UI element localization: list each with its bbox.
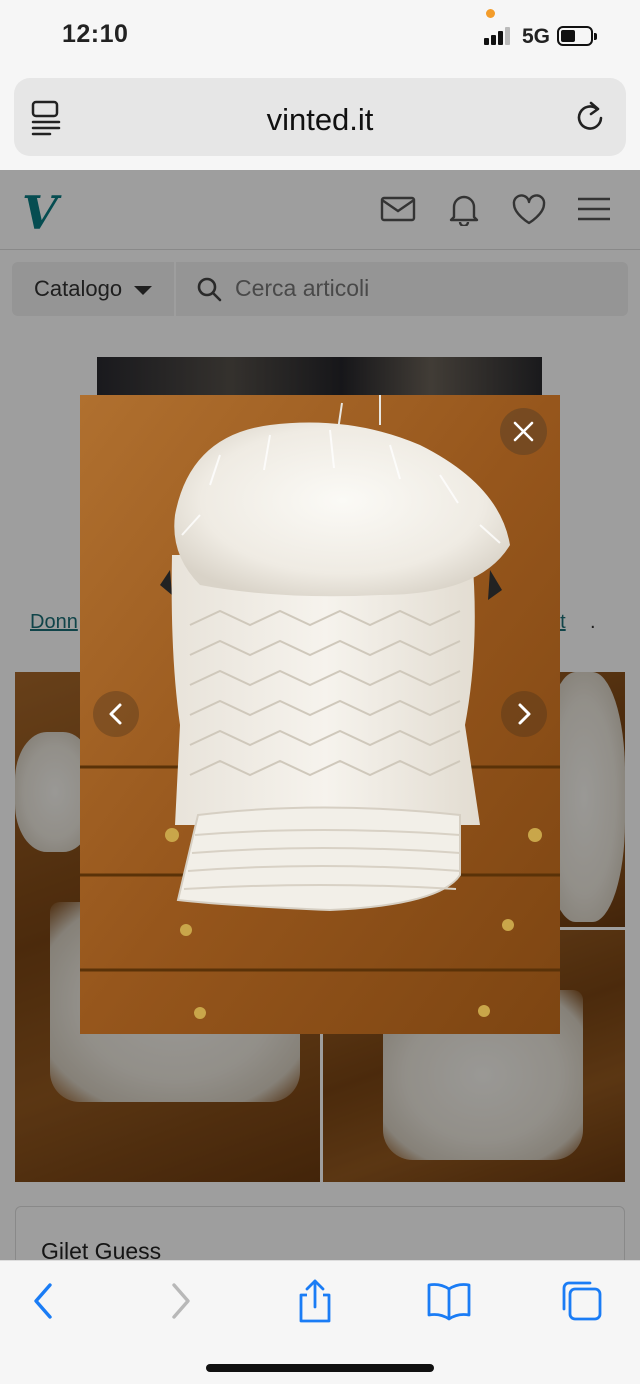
previous-photo-button[interactable] xyxy=(93,691,139,737)
address-bar[interactable]: vinted.it xyxy=(14,78,626,156)
forward-icon[interactable] xyxy=(158,1279,204,1323)
chevron-right-icon xyxy=(518,703,531,725)
chevron-left-icon xyxy=(109,703,122,725)
close-icon xyxy=(513,421,534,442)
privacy-indicator xyxy=(486,9,495,18)
home-indicator xyxy=(206,1364,434,1372)
next-photo-button[interactable] xyxy=(501,691,547,737)
browser-address-area: vinted.it xyxy=(0,72,640,170)
reload-icon[interactable] xyxy=(574,98,608,134)
status-time: 12:10 xyxy=(62,20,129,48)
tabs-overview-icon[interactable] xyxy=(560,1279,606,1323)
status-bar: 12:10 5G xyxy=(0,0,640,72)
share-icon[interactable] xyxy=(292,1279,338,1323)
battery-icon xyxy=(557,26,597,46)
bookmarks-icon[interactable] xyxy=(426,1279,472,1323)
close-button[interactable] xyxy=(500,408,547,455)
item-photo-enlarged xyxy=(80,395,560,1034)
back-icon[interactable] xyxy=(20,1279,66,1323)
signal-icon xyxy=(484,27,514,45)
url-text[interactable]: vinted.it xyxy=(14,102,626,138)
photo-viewer xyxy=(80,395,560,1034)
network-type: 5G xyxy=(522,25,551,48)
